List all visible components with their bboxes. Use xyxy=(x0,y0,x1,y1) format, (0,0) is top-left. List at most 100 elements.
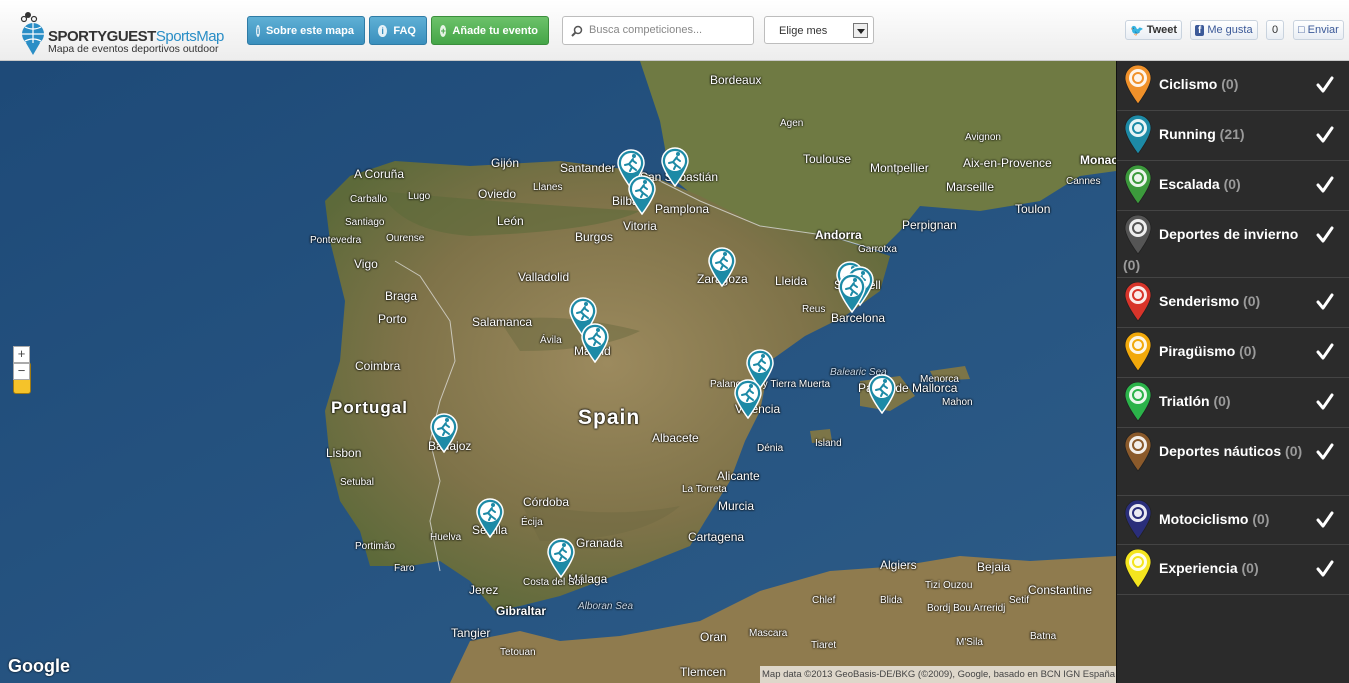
map-label-chlef: Chlef xyxy=(812,595,836,606)
checkmark-icon[interactable] xyxy=(1315,225,1335,245)
about-button[interactable]: i Sobre este mapa xyxy=(247,16,365,45)
top-bar: SPORTYGUESTSportsMap Mapa de eventos dep… xyxy=(0,0,1349,61)
running-event-marker[interactable] xyxy=(627,175,657,216)
map-label-cannes: Cannes xyxy=(1066,176,1101,187)
map-label-portugal: Portugal xyxy=(331,398,408,417)
category-sidebar: Ciclismo (0) Running (21) Escalada (0) D… xyxy=(1116,61,1349,683)
category-label: Motociclismo (0) xyxy=(1159,504,1309,534)
add-event-button[interactable]: + Añade tu evento xyxy=(431,16,549,45)
checkmark-icon[interactable] xyxy=(1315,175,1335,195)
running-event-marker[interactable] xyxy=(580,323,610,364)
tagline: Mapa de eventos deportivos outdoor xyxy=(48,43,219,55)
running-event-marker[interactable] xyxy=(733,379,763,420)
category-deportes-de-invierno[interactable]: Deportes de invierno (0) xyxy=(1117,211,1349,278)
map-label-costa-del-sol: Costa del Sol xyxy=(523,577,583,588)
checkmark-icon[interactable] xyxy=(1315,510,1335,530)
search-input[interactable] xyxy=(589,24,749,36)
running-event-marker[interactable] xyxy=(867,374,897,415)
checkmark-icon[interactable] xyxy=(1315,442,1335,462)
category-label: Piragüismo (0) xyxy=(1159,336,1309,366)
category-running[interactable]: Running (21) xyxy=(1117,111,1349,161)
tweet-button[interactable]: 🐦 Tweet xyxy=(1125,20,1183,40)
map-label-granada: Granada xyxy=(576,536,623,550)
send-label: Enviar xyxy=(1307,24,1339,36)
category-triatlon[interactable]: Triatlón (0) xyxy=(1117,378,1349,428)
runner-icon xyxy=(1124,115,1152,155)
category-deportes-nauticos[interactable]: Deportes náuticos (0) xyxy=(1117,428,1349,496)
map-label-d-nia: Dénia xyxy=(757,443,784,454)
map-label-porto: Porto xyxy=(378,312,407,326)
logo[interactable]: SPORTYGUESTSportsMap Mapa de eventos dep… xyxy=(20,10,224,56)
running-event-marker[interactable] xyxy=(837,273,867,314)
category-ciclismo[interactable]: Ciclismo (0) xyxy=(1117,61,1349,111)
category-experiencia[interactable]: Experiencia (0) xyxy=(1117,545,1349,595)
running-event-marker[interactable] xyxy=(429,413,459,454)
map-label-llanes: Llanes xyxy=(533,182,563,193)
checkmark-icon[interactable] xyxy=(1315,559,1335,579)
map-label-garrotxa: Garrotxa xyxy=(858,244,897,255)
category-count: (0) xyxy=(1239,343,1257,359)
info-icon: i xyxy=(378,24,388,37)
category-name: Triatlón xyxy=(1159,393,1210,409)
month-select[interactable]: Elige mes xyxy=(764,16,874,44)
info-icon: i xyxy=(256,24,260,37)
category-label: Triatlón (0) xyxy=(1159,386,1309,416)
map-label-spain: Spain xyxy=(578,406,641,429)
about-button-label: Sobre este mapa xyxy=(265,24,354,37)
map-label-tizi-ouzou: Tizi Ouzou xyxy=(925,580,973,591)
map-label-salamanca: Salamanca xyxy=(472,315,533,329)
category-name: Motociclismo xyxy=(1159,511,1249,527)
map-label-monaco: Monaco xyxy=(1080,153,1116,167)
map-label-perpignan: Perpignan xyxy=(902,218,957,232)
map-label-lisbon: Lisbon xyxy=(326,446,362,460)
category-count: (0) xyxy=(1241,560,1259,576)
faq-button[interactable]: i FAQ xyxy=(369,16,427,45)
checkmark-icon[interactable] xyxy=(1315,75,1335,95)
map-label-ourense: Ourense xyxy=(386,233,425,244)
search-icon xyxy=(571,25,583,37)
category-motociclismo[interactable]: Motociclismo (0) xyxy=(1117,496,1349,545)
map-label-andorra: Andorra xyxy=(815,228,862,242)
checkmark-icon[interactable] xyxy=(1315,392,1335,412)
running-event-marker[interactable] xyxy=(660,147,690,188)
checkmark-icon[interactable] xyxy=(1315,292,1335,312)
map-label-santiago: Santiago xyxy=(345,217,385,228)
map-canvas[interactable]: Portugal Spain Bordeaux Agen Toulouse Montpel… xyxy=(0,61,1116,683)
category-escalada[interactable]: Escalada (0) xyxy=(1117,161,1349,211)
google-logo: Google xyxy=(8,656,70,676)
map-label-faro: Faro xyxy=(394,563,415,574)
map-label-tangier: Tangier xyxy=(451,626,491,640)
map-label-vigo: Vigo xyxy=(354,257,378,271)
facebook-like-button[interactable]: f Me gusta xyxy=(1190,20,1258,40)
map-label-toulon: Toulon xyxy=(1015,202,1051,216)
category-label: Experiencia (0) xyxy=(1159,553,1309,583)
checkmark-icon[interactable] xyxy=(1315,342,1335,362)
map-label-constantine: Constantine xyxy=(1028,583,1093,597)
map-label-le-n: León xyxy=(497,214,524,228)
globe-cyclist-icon xyxy=(20,12,44,55)
map-label-bejaia: Bejaia xyxy=(977,560,1011,574)
zoom-in-button[interactable]: + xyxy=(13,346,30,363)
map-label-bordeaux: Bordeaux xyxy=(710,73,762,87)
map-label-vitoria: Vitoria xyxy=(623,219,657,233)
send-button[interactable]: □ Enviar xyxy=(1293,20,1344,40)
category-count: (0) xyxy=(1123,257,1141,273)
running-event-marker[interactable] xyxy=(546,538,576,579)
map-label-marseille: Marseille xyxy=(946,180,995,194)
map-label-valladolid: Valladolid xyxy=(518,270,570,284)
running-event-marker[interactable] xyxy=(707,247,737,288)
category-name: Senderismo xyxy=(1159,293,1240,309)
map-label-batna: Batna xyxy=(1030,631,1057,642)
plus-icon: + xyxy=(440,24,447,37)
map-label-tlemcen: Tlemcen xyxy=(680,665,727,679)
map-label-alboran-sea: Alboran Sea xyxy=(578,601,634,612)
running-event-marker[interactable] xyxy=(475,498,505,539)
checkmark-icon[interactable] xyxy=(1315,125,1335,145)
category-count: (0) xyxy=(1285,443,1303,459)
map-label-menorca: Menorca xyxy=(920,374,959,385)
facebook-icon: f xyxy=(1195,24,1205,36)
zoom-out-button[interactable]: − xyxy=(13,363,30,380)
category-label: Running (21) xyxy=(1159,119,1309,149)
category-senderismo[interactable]: Senderismo (0) xyxy=(1117,278,1349,328)
category-piraguismo[interactable]: Piragüismo (0) xyxy=(1117,328,1349,378)
